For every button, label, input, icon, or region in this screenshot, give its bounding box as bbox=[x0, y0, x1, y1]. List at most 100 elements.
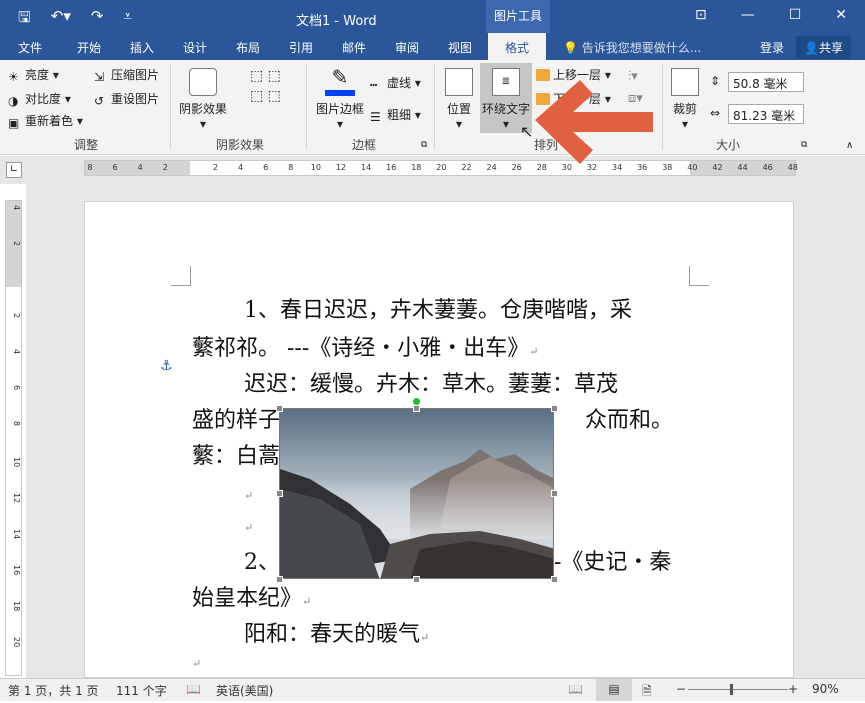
border-dialog-launcher-icon[interactable]: ⧉ bbox=[421, 140, 427, 150]
doc-line[interactable]: 迟迟：缓慢。卉木：草木。萋萋：草茂 bbox=[244, 366, 618, 398]
share-button[interactable]: 👤共享 bbox=[796, 36, 851, 59]
zoom-slider-thumb[interactable] bbox=[730, 684, 733, 695]
resize-handle[interactable] bbox=[276, 576, 283, 583]
zoom-in-icon[interactable]: + bbox=[788, 682, 798, 696]
position-button[interactable]: 位置 ▾ bbox=[442, 68, 476, 131]
shadow-nudge-icons[interactable]: ⬚ ⬚ ⬚ ⬚ bbox=[250, 66, 281, 106]
ruler-number: 38 bbox=[662, 163, 673, 172]
ruler-number: 12 bbox=[335, 163, 347, 172]
size-dialog-launcher-icon[interactable]: ⧉ bbox=[801, 140, 807, 150]
compress-pictures-button[interactable]: ⇲ 压缩图片 bbox=[94, 66, 159, 84]
quick-access-dropdown-icon[interactable]: ⩡ bbox=[123, 7, 131, 32]
zoom-slider[interactable] bbox=[688, 689, 788, 690]
ruler-number: 6 bbox=[112, 163, 118, 172]
doc-line[interactable]: 蘩祁祁。 ---《诗经・小雅・出车》↵ bbox=[192, 330, 539, 362]
ruler-number: 20 bbox=[436, 163, 447, 172]
compress-icon: ⇲ bbox=[94, 70, 105, 84]
brightness-button[interactable]: ☀ 亮度 ▾ bbox=[8, 66, 59, 84]
empty-paragraph[interactable]: ↵ bbox=[244, 480, 253, 505]
tab-layout[interactable]: 布局 bbox=[236, 39, 260, 56]
empty-paragraph[interactable]: ↵ bbox=[192, 648, 201, 673]
vruler-number: 8 bbox=[12, 421, 21, 427]
doc-line[interactable]: 盛的样子 bbox=[192, 402, 280, 434]
doc-line[interactable]: 1、春日迟迟，卉木萋萋。仓庚喈喈，采 bbox=[244, 292, 632, 324]
print-layout-icon[interactable]: ▤ bbox=[596, 679, 632, 701]
tab-references[interactable]: 引用 bbox=[289, 39, 313, 56]
language-indicator[interactable]: 英语(美国) bbox=[216, 682, 273, 699]
mountain-picture[interactable] bbox=[279, 408, 554, 579]
doc-line[interactable]: 蘩：白蒿 bbox=[192, 438, 280, 470]
tab-design[interactable]: 设计 bbox=[183, 39, 207, 56]
resize-handle[interactable] bbox=[276, 405, 283, 412]
doc-line-text: 始皇本纪》 bbox=[192, 586, 303, 611]
tab-selector-icon[interactable]: ∟ bbox=[6, 162, 22, 178]
word-count[interactable]: 111 个字 bbox=[116, 682, 167, 699]
weight-button[interactable]: ☰ 粗细 ▾ bbox=[370, 106, 421, 124]
undo-icon[interactable]: ↶▾ bbox=[51, 7, 71, 32]
paragraph-mark: ↵ bbox=[302, 595, 312, 608]
vruler-number: 2 bbox=[12, 313, 21, 319]
contrast-button[interactable]: ◑ 对比度 ▾ bbox=[8, 90, 71, 108]
width-field[interactable]: 81.23 毫米 bbox=[728, 104, 804, 124]
vruler-number: 10 bbox=[12, 457, 21, 468]
zoom-level[interactable]: 90% bbox=[812, 682, 839, 696]
doc-line[interactable]: 始皇本纪》↵ bbox=[192, 580, 311, 612]
vruler-number: 16 bbox=[12, 565, 21, 576]
shadow-effects-button[interactable]: 阴影效果 ▾ bbox=[178, 68, 228, 131]
proofing-icon[interactable]: 📖 bbox=[186, 682, 201, 696]
save-icon[interactable]: 🖫 bbox=[18, 7, 31, 32]
sun-icon: ☀ bbox=[8, 70, 19, 84]
resize-handle[interactable] bbox=[413, 405, 420, 412]
picture-border-button[interactable]: ✎ 图片边框 ▾ bbox=[314, 66, 366, 131]
tab-insert[interactable]: 插入 bbox=[130, 39, 154, 56]
close-icon[interactable]: ✕ bbox=[835, 7, 847, 23]
reset-label: 重设图片 bbox=[111, 92, 160, 106]
ruler-number: 22 bbox=[461, 163, 472, 172]
resize-handle[interactable] bbox=[551, 576, 558, 583]
tab-mailings[interactable]: 邮件 bbox=[342, 39, 366, 56]
shadow-effects-label: 阴影效果 bbox=[178, 102, 227, 116]
horizontal-ruler[interactable]: 8 6 4 2 2 4 6 8 10 12 14 16 18 20 22 24 26 28 30 32 34 36 38 40… bbox=[84, 160, 798, 176]
doc-line[interactable]: 2、 bbox=[244, 544, 280, 576]
crop-button[interactable]: 裁剪 ▾ bbox=[668, 68, 702, 131]
rotate-handle[interactable] bbox=[413, 398, 420, 405]
doc-line[interactable]: -《史记・秦 bbox=[554, 544, 671, 576]
maximize-icon[interactable]: ☐ bbox=[789, 7, 802, 23]
ruler-number: 2 bbox=[212, 163, 219, 172]
contrast-label: 对比度 bbox=[25, 92, 62, 106]
ribbon-separator bbox=[170, 64, 171, 150]
dash-button[interactable]: ┅ 虚线 ▾ bbox=[370, 74, 421, 92]
tab-file[interactable]: 文件 bbox=[18, 39, 42, 56]
reset-icon: ↺ bbox=[94, 94, 105, 108]
doc-line[interactable]: 阳和：春天的暖气↵ bbox=[244, 616, 429, 648]
position-icon bbox=[445, 68, 473, 96]
recolor-button[interactable]: ▣ 重新着色 ▾ bbox=[8, 112, 83, 130]
read-mode-icon[interactable]: 📖 bbox=[568, 682, 583, 696]
tell-me-search[interactable]: 💡 告诉我您想要做什么... bbox=[563, 39, 701, 56]
resize-handle[interactable] bbox=[551, 405, 558, 412]
ruler-number: 48 bbox=[787, 163, 798, 172]
tab-format[interactable]: 格式 bbox=[488, 33, 547, 60]
reset-picture-button[interactable]: ↺ 重设图片 bbox=[94, 90, 160, 108]
tab-home[interactable]: 开始 bbox=[77, 39, 101, 56]
resize-handle[interactable] bbox=[551, 490, 558, 497]
web-layout-icon[interactable]: 🗎 bbox=[642, 682, 652, 703]
doc-line[interactable]: 众而和。 bbox=[585, 402, 673, 434]
resize-handle[interactable] bbox=[413, 576, 420, 583]
tab-review[interactable]: 审阅 bbox=[395, 39, 419, 56]
zoom-out-icon[interactable]: − bbox=[676, 682, 686, 696]
ribbon-display-icon[interactable]: ⊡ bbox=[695, 7, 707, 23]
collapse-ribbon-icon[interactable]: ∧ bbox=[846, 140, 853, 151]
height-field[interactable]: 50.8 毫米 bbox=[728, 72, 804, 92]
status-bar: 第 1 页，共 1 页 111 个字 📖 英语(美国) 📖 ▤ 🗎 − + 90… bbox=[0, 678, 865, 701]
empty-paragraph[interactable]: ↵ bbox=[244, 512, 253, 537]
vruler-number: 2 bbox=[12, 241, 21, 247]
tab-view[interactable]: 视图 bbox=[448, 39, 472, 56]
anchor-icon[interactable]: ⚓ bbox=[160, 358, 173, 374]
redo-icon[interactable]: ↷ bbox=[91, 7, 104, 32]
page-count[interactable]: 第 1 页，共 1 页 bbox=[8, 682, 99, 699]
minimize-icon[interactable]: — bbox=[741, 7, 755, 23]
resize-handle[interactable] bbox=[276, 490, 283, 497]
vertical-ruler[interactable]: 4 2 2 4 6 8 10 12 14 16 18 20 bbox=[5, 200, 22, 676]
login-link[interactable]: 登录 bbox=[760, 39, 784, 56]
